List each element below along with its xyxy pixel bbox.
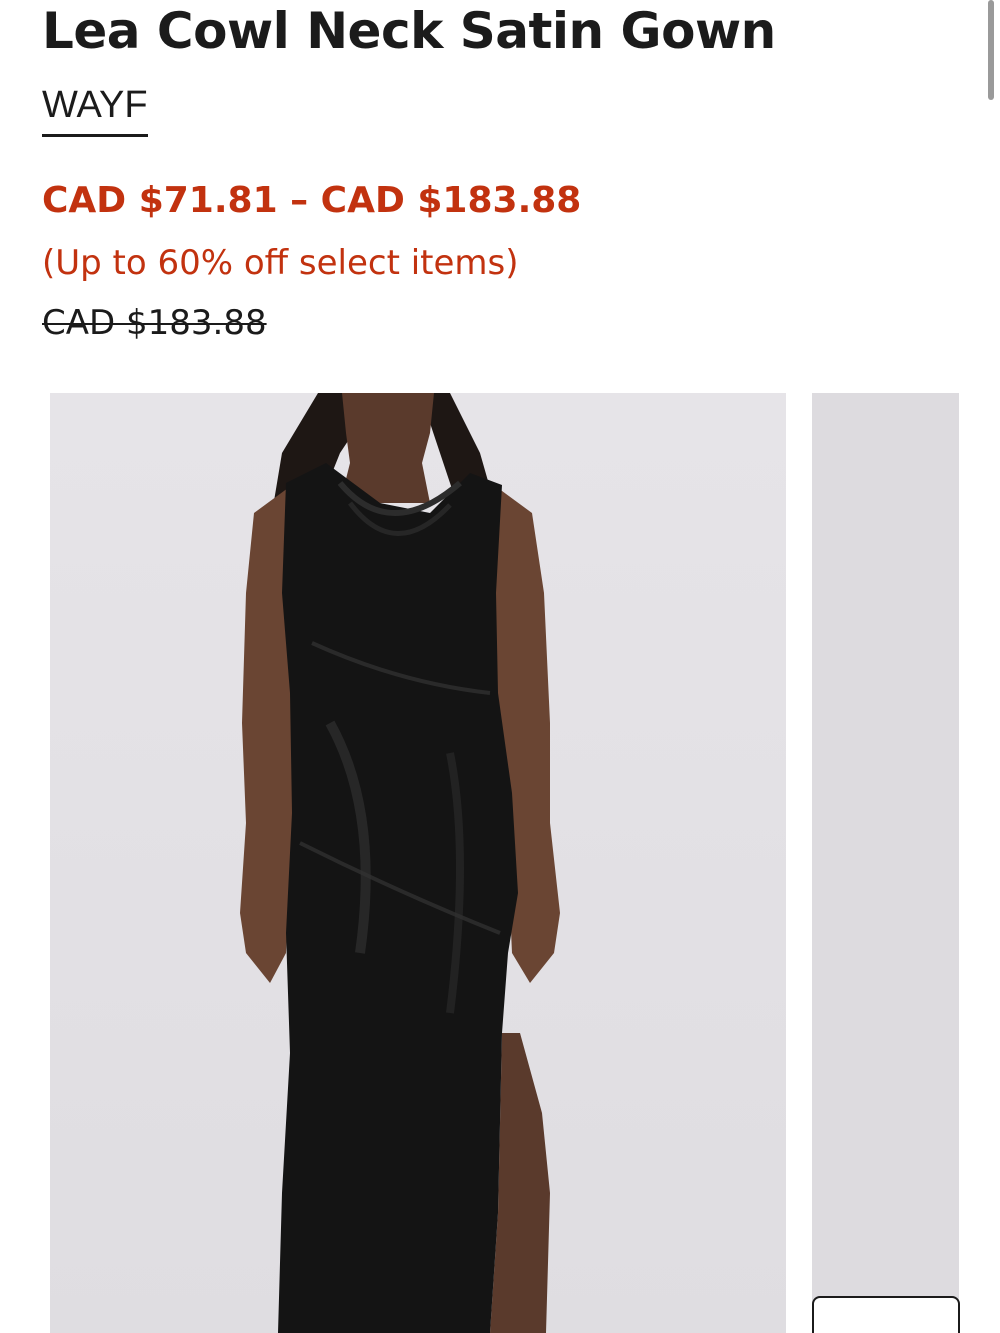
- brand-link[interactable]: WAYF: [42, 82, 148, 137]
- product-title: Lea Cowl Neck Satin Gown: [42, 2, 776, 60]
- product-main-image[interactable]: [50, 393, 786, 1333]
- gallery-overlay-button[interactable]: [812, 1296, 960, 1333]
- sale-price-range: CAD $71.81 – CAD $183.88: [42, 180, 582, 221]
- page-scrollbar[interactable]: [988, 0, 994, 100]
- product-next-image[interactable]: [812, 393, 959, 1333]
- product-page: Lea Cowl Neck Satin Gown WAYF CAD $71.81…: [0, 0, 1000, 1333]
- discount-note: (Up to 60% off select items): [42, 243, 519, 283]
- original-price: CAD $183.88: [42, 303, 267, 343]
- image-gallery[interactable]: [50, 393, 1000, 1333]
- model-illustration: [240, 393, 560, 1333]
